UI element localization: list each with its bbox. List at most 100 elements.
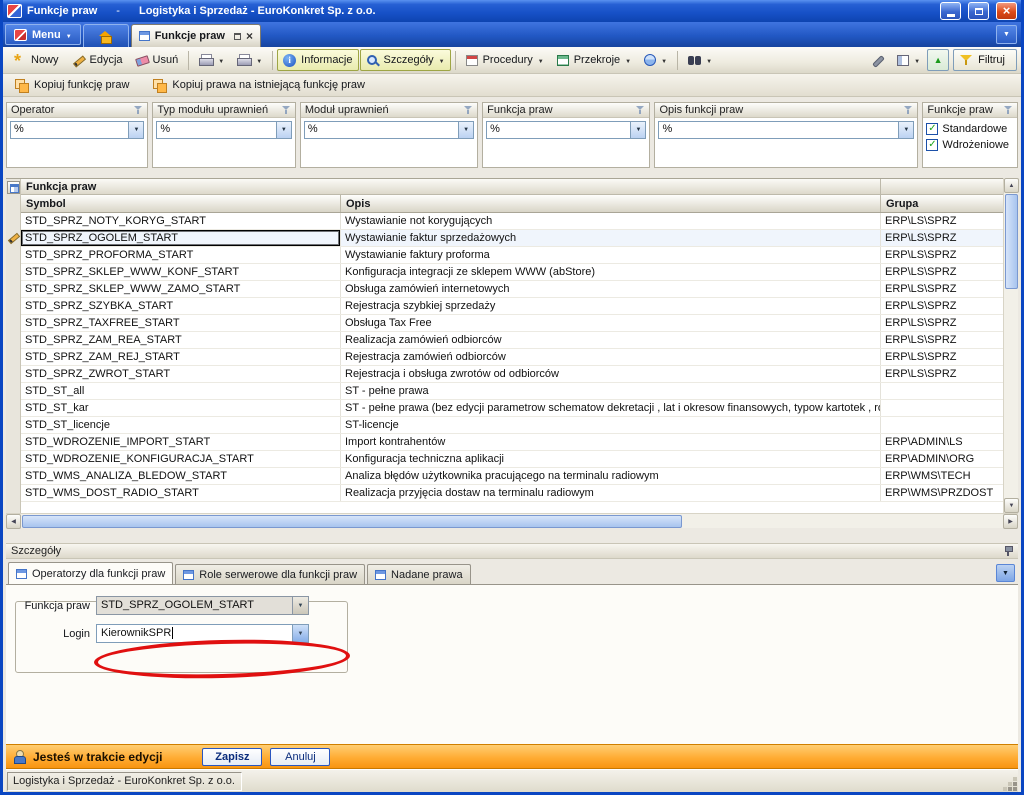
cell-grupa[interactable]: ERP\LS\SPRZ — [881, 264, 1009, 280]
filter-header[interactable]: Funkcja praw — [483, 103, 649, 118]
cell-grupa[interactable]: ERP\LS\SPRZ — [881, 315, 1009, 331]
cell-opis[interactable]: Analiza błędów użytkownika pracującego n… — [341, 468, 881, 484]
export-button[interactable] — [638, 49, 673, 71]
cell-grupa[interactable] — [881, 417, 1009, 433]
cell-opis[interactable]: Obsługa zamówień internetowych — [341, 281, 881, 297]
filter-header[interactable]: Moduł uprawnień — [301, 103, 477, 118]
cell-grupa[interactable]: ERP\LS\SPRZ — [881, 349, 1009, 365]
cell-symbol[interactable]: STD_WDROZENIE_KONFIGURACJA_START — [21, 451, 341, 467]
cell-grupa[interactable]: ERP\WMS\TECH — [881, 468, 1009, 484]
cell-opis[interactable]: Konfiguracja techniczna aplikacji — [341, 451, 881, 467]
funkcja-filter-combo[interactable]: % — [486, 121, 646, 139]
details-caption-bar[interactable]: Szczegóły — [6, 543, 1018, 559]
cell-opis[interactable]: ST - pełne prawa — [341, 383, 881, 399]
cell-opis[interactable]: Wystawianie not korygujących — [341, 213, 881, 229]
table-row[interactable]: STD_WDROZENIE_IMPORT_START Import kontra… — [21, 434, 1009, 451]
save-button[interactable]: Zapisz — [202, 748, 262, 766]
home-tab[interactable] — [83, 24, 129, 47]
cell-grupa[interactable] — [881, 400, 1009, 416]
resize-grip[interactable] — [1013, 787, 1017, 791]
filtruj-button[interactable]: Filtruj — [953, 49, 1017, 71]
column-header-grupa[interactable]: Grupa — [881, 195, 1009, 212]
dropdown-button[interactable] — [630, 122, 645, 138]
filter-header[interactable]: Opis funkcji praw — [655, 103, 917, 118]
table-row[interactable]: STD_SPRZ_PROFORMA_START Wystawianie fakt… — [21, 247, 1009, 264]
cancel-button[interactable]: Anuluj — [270, 748, 330, 766]
tabs-dropdown-button[interactable] — [996, 564, 1015, 582]
scroll-up-button[interactable] — [1004, 178, 1019, 193]
vertical-scrollbar[interactable] — [1003, 178, 1018, 513]
cell-opis[interactable]: ST-licencje — [341, 417, 881, 433]
column-header-symbol[interactable]: Symbol — [21, 195, 341, 212]
cell-grupa[interactable]: ERP\LS\SPRZ — [881, 230, 1009, 246]
copy-function-button[interactable]: Kopiuj funkcję praw — [9, 74, 135, 96]
tab-list-dropdown[interactable] — [996, 25, 1017, 44]
column-header-opis[interactable]: Opis — [341, 195, 881, 212]
table-row[interactable]: STD_SPRZ_ZAM_REJ_START Rejestracja zamów… — [21, 349, 1009, 366]
cell-grupa[interactable]: ERP\LS\SPRZ — [881, 247, 1009, 263]
cell-symbol[interactable]: STD_ST_all — [21, 383, 341, 399]
cell-symbol[interactable]: STD_SPRZ_SZYBKA_START — [21, 298, 341, 314]
funkcja-praw-combo[interactable]: STD_SPRZ_OGOLEM_START — [96, 596, 309, 615]
cell-symbol[interactable]: STD_SPRZ_TAXFREE_START — [21, 315, 341, 331]
copy-rights-button[interactable]: Kopiuj prawa na istniejącą funkcję praw — [147, 74, 371, 96]
menu-button[interactable]: Menu — [5, 24, 81, 45]
opis-filter-combo[interactable]: % — [658, 121, 914, 139]
scroll-left-button[interactable] — [6, 514, 21, 529]
float-window-icon[interactable] — [234, 33, 241, 40]
cell-opis[interactable]: Realizacja zamówień odbiorców — [341, 332, 881, 348]
cell-opis[interactable]: Konfiguracja integracji ze sklepem WWW (… — [341, 264, 881, 280]
cell-opis[interactable]: Import kontrahentów — [341, 434, 881, 450]
search-button[interactable] — [682, 49, 718, 71]
cell-symbol[interactable]: STD_WMS_DOST_RADIO_START — [21, 485, 341, 501]
cell-grupa[interactable]: ERP\WMS\PRZDOST — [881, 485, 1009, 501]
cell-grupa[interactable]: ERP\LS\SPRZ — [881, 332, 1009, 348]
filter-header[interactable]: Funkcje praw — [923, 103, 1017, 118]
dropdown-button[interactable] — [128, 122, 143, 138]
table-row[interactable]: STD_SPRZ_SKLEP_WWW_ZAMO_START Obsługa za… — [21, 281, 1009, 298]
cell-opis[interactable]: ST - pełne prawa (bez edycji parametrow … — [341, 400, 881, 416]
tab-operatorzy[interactable]: Operatorzy dla funkcji praw — [8, 562, 173, 584]
cell-opis[interactable]: Rejestracja i obsługa zwrotów od odbiorc… — [341, 366, 881, 382]
procedury-button[interactable]: Procedury — [460, 49, 550, 71]
table-row[interactable]: STD_SPRZ_ZAM_REA_START Realizacja zamówi… — [21, 332, 1009, 349]
table-row[interactable]: STD_ST_licencje ST-licencje — [21, 417, 1009, 434]
title-bar[interactable]: Funkcje praw - Logistyka i Sprzedaż - Eu… — [3, 0, 1021, 22]
minimize-button[interactable] — [940, 2, 961, 20]
delete-button[interactable]: Usuń — [130, 49, 185, 71]
close-button[interactable] — [996, 2, 1017, 20]
table-row[interactable]: STD_SPRZ_TAXFREE_START Obsługa Tax Free … — [21, 315, 1009, 332]
cell-grupa[interactable]: ERP\ADMIN\ORG — [881, 451, 1009, 467]
table-row[interactable]: STD_WDROZENIE_KONFIGURACJA_START Konfigu… — [21, 451, 1009, 468]
vertical-scroll-thumb[interactable] — [1005, 194, 1018, 289]
table-row[interactable]: STD_SPRZ_SZYBKA_START Rejestracja szybki… — [21, 298, 1009, 315]
tab-role-serwerowe[interactable]: Role serwerowe dla funkcji praw — [175, 564, 365, 584]
cell-symbol[interactable]: STD_SPRZ_ZWROT_START — [21, 366, 341, 382]
dropdown-button[interactable] — [292, 597, 308, 614]
cell-opis[interactable]: Wystawianie faktury proforma — [341, 247, 881, 263]
cell-grupa[interactable] — [881, 383, 1009, 399]
cell-symbol[interactable]: STD_SPRZ_PROFORMA_START — [21, 247, 341, 263]
cell-opis[interactable]: Rejestracja szybkiej sprzedaży — [341, 298, 881, 314]
horizontal-scrollbar[interactable] — [6, 513, 1018, 528]
szczegoly-button[interactable]: Szczegóły — [360, 49, 451, 71]
table-row[interactable]: STD_SPRZ_ZWROT_START Rejestracja i obsłu… — [21, 366, 1009, 383]
table-row[interactable]: STD_WMS_DOST_RADIO_START Realizacja przy… — [21, 485, 1009, 502]
typ-modulu-filter-combo[interactable]: % — [156, 121, 291, 139]
dropdown-button[interactable] — [458, 122, 473, 138]
dropdown-button[interactable] — [898, 122, 913, 138]
cell-opis[interactable]: Obsługa Tax Free — [341, 315, 881, 331]
cell-opis[interactable]: Realizacja przyjęcia dostaw na terminalu… — [341, 485, 881, 501]
edit-button[interactable]: Edycja — [66, 49, 129, 71]
cell-grupa[interactable]: ERP\LS\SPRZ — [881, 281, 1009, 297]
cell-grupa[interactable]: ERP\LS\SPRZ — [881, 298, 1009, 314]
przekroje-button[interactable]: Przekroje — [551, 49, 637, 71]
cell-symbol[interactable]: STD_SPRZ_ZAM_REA_START — [21, 332, 341, 348]
checkbox-standardowe[interactable]: Standardowe — [926, 121, 1014, 136]
checkbox-icon[interactable] — [926, 139, 938, 151]
print-button[interactable] — [193, 49, 230, 71]
horizontal-scroll-thumb[interactable] — [22, 515, 682, 528]
table-row[interactable]: STD_SPRZ_NOTY_KORYG_START Wystawianie no… — [21, 213, 1009, 230]
cell-symbol[interactable]: STD_SPRZ_SKLEP_WWW_KONF_START — [21, 264, 341, 280]
cell-symbol[interactable]: STD_SPRZ_NOTY_KORYG_START — [21, 213, 341, 229]
